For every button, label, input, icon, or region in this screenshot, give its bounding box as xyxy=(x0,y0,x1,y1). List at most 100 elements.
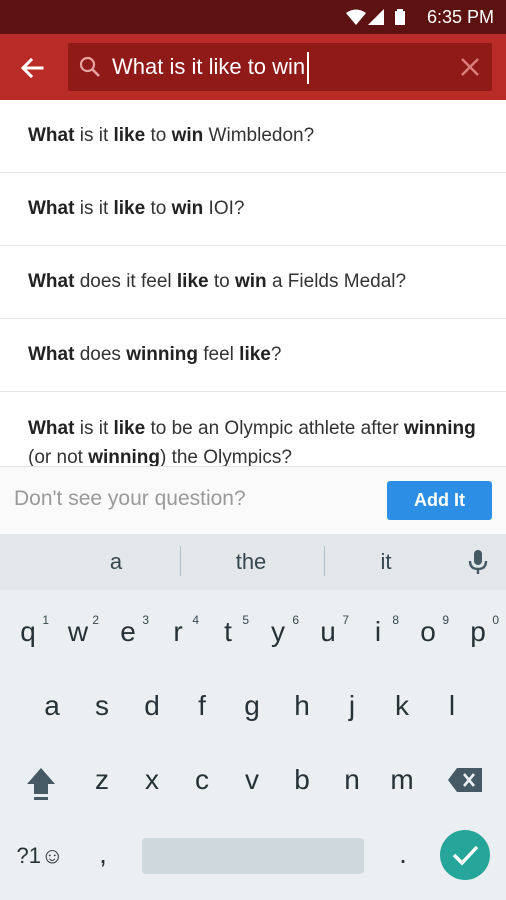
key-a[interactable]: a xyxy=(27,678,77,734)
suggestion-fragment: is it xyxy=(74,198,114,219)
search-icon xyxy=(78,55,102,79)
highlighted-keyword: winning xyxy=(126,344,198,365)
keyboard-suggestion[interactable]: a xyxy=(56,534,176,590)
backspace-icon xyxy=(448,768,482,792)
key-w[interactable]: 2w xyxy=(53,604,103,660)
space-key[interactable] xyxy=(142,838,364,874)
enter-key[interactable] xyxy=(440,830,490,880)
key-hint: 4 xyxy=(192,613,199,627)
shift-key[interactable] xyxy=(16,752,66,808)
signal-icon xyxy=(368,9,384,25)
highlighted-keyword: like xyxy=(113,418,146,439)
key-i[interactable]: 8i xyxy=(353,604,403,660)
key-label: i xyxy=(374,616,382,647)
key-s[interactable]: s xyxy=(77,678,127,734)
suggestion-text: What does it feel like to win a Fields M… xyxy=(28,271,406,293)
key-label: y xyxy=(271,616,285,647)
back-button[interactable] xyxy=(14,50,50,86)
key-j[interactable]: j xyxy=(327,678,377,734)
suggestion-fragment: feel xyxy=(197,344,240,365)
status-icons xyxy=(346,9,406,25)
key-e[interactable]: 3e xyxy=(103,604,153,660)
suggestion-list: What is it like to win Wimbledon? What i… xyxy=(0,100,506,466)
key-f[interactable]: f xyxy=(177,678,227,734)
keyboard-suggestion-strip: a the it xyxy=(0,534,506,590)
suggestion-text: What is it like to be an Olympic athlete… xyxy=(28,414,478,466)
suggestion-fragment: (or not xyxy=(28,447,89,466)
keyboard-suggestion[interactable]: it xyxy=(326,534,446,590)
key-o[interactable]: 9o xyxy=(403,604,453,660)
key-h[interactable]: h xyxy=(277,678,327,734)
search-input[interactable]: What is it like to win xyxy=(112,43,310,91)
key-label: o xyxy=(420,616,436,647)
text-caret xyxy=(307,52,310,85)
key-hint: 9 xyxy=(442,613,449,627)
key-label: e xyxy=(120,616,136,647)
highlighted-keyword: like xyxy=(239,344,271,365)
highlighted-keyword: win xyxy=(235,271,267,292)
highlighted-keyword: like xyxy=(113,125,146,146)
key-n[interactable]: n xyxy=(327,752,377,808)
key-hint: 3 xyxy=(142,613,149,627)
key-t[interactable]: 5t xyxy=(203,604,253,660)
suggestion-fragment: to xyxy=(145,125,172,146)
status-time: 6:35 PM xyxy=(426,7,494,27)
key-hint: 7 xyxy=(342,613,349,627)
backspace-key[interactable] xyxy=(440,752,490,808)
suggestion-fragment: is it xyxy=(74,418,114,439)
search-query: What is it like to win xyxy=(112,54,306,79)
highlighted-keyword: like xyxy=(113,198,146,219)
ask-bar: Don't see your question? Add It xyxy=(0,466,506,534)
suggestion-fragment: ) the Olympics? xyxy=(159,447,292,466)
add-it-button[interactable]: Add It xyxy=(387,481,492,520)
highlighted-keyword: What xyxy=(28,344,75,365)
suggestion-item[interactable]: What is it like to win IOI? xyxy=(0,173,506,246)
highlighted-keyword: What xyxy=(28,271,75,292)
battery-icon xyxy=(395,9,405,25)
suggestion-text: What is it like to win Wimbledon? xyxy=(28,125,314,147)
key-g[interactable]: g xyxy=(227,678,277,734)
key-v[interactable]: v xyxy=(227,752,277,808)
key-label: w xyxy=(67,616,89,647)
key-u[interactable]: 7u xyxy=(303,604,353,660)
highlighted-keyword: winning xyxy=(403,418,476,439)
key-q[interactable]: 1q xyxy=(3,604,53,660)
key-y[interactable]: 6y xyxy=(253,604,303,660)
highlighted-keyword: What xyxy=(28,198,75,219)
key-x[interactable]: x xyxy=(127,752,177,808)
highlighted-keyword: What xyxy=(28,418,75,439)
comma-key[interactable]: , xyxy=(78,826,128,882)
shift-icon xyxy=(27,768,55,800)
suggestion-fragment: does xyxy=(74,344,127,365)
key-hint: 6 xyxy=(292,613,299,627)
suggestion-fragment: Wimbledon? xyxy=(203,125,315,146)
highlighted-keyword: win xyxy=(171,198,204,219)
symbols-key[interactable]: ?1☺ xyxy=(8,828,72,884)
key-k[interactable]: k xyxy=(377,678,427,734)
suggestion-item[interactable]: What is it like to win Wimbledon? xyxy=(0,100,506,173)
divider xyxy=(180,546,181,576)
clear-button[interactable] xyxy=(458,55,482,79)
key-p[interactable]: 0p xyxy=(453,604,503,660)
key-d[interactable]: d xyxy=(127,678,177,734)
ask-prompt: Don't see your question? xyxy=(14,487,246,510)
keyboard: a the it 1q2w3e4r5t6y7u8i9o0p asdfghjkl … xyxy=(0,534,506,900)
check-icon xyxy=(452,845,479,866)
key-r[interactable]: 4r xyxy=(153,604,203,660)
mic-button[interactable] xyxy=(464,548,492,576)
search-box[interactable]: What is it like to win xyxy=(68,43,492,91)
key-c[interactable]: c xyxy=(177,752,227,808)
suggestion-item[interactable]: What is it like to be an Olympic athlete… xyxy=(0,392,506,466)
suggestion-item[interactable]: What does winning feel like? xyxy=(0,319,506,392)
highlighted-keyword: like xyxy=(176,271,209,292)
keyboard-suggestion[interactable]: the xyxy=(191,534,311,590)
suggestion-fragment: IOI? xyxy=(203,198,245,219)
key-label: t xyxy=(224,616,232,647)
key-l[interactable]: l xyxy=(427,678,477,734)
key-label: r xyxy=(173,616,183,647)
key-z[interactable]: z xyxy=(77,752,127,808)
key-b[interactable]: b xyxy=(277,752,327,808)
key-m[interactable]: m xyxy=(377,752,427,808)
suggestion-item[interactable]: What does it feel like to win a Fields M… xyxy=(0,246,506,319)
period-key[interactable]: . xyxy=(378,826,428,882)
